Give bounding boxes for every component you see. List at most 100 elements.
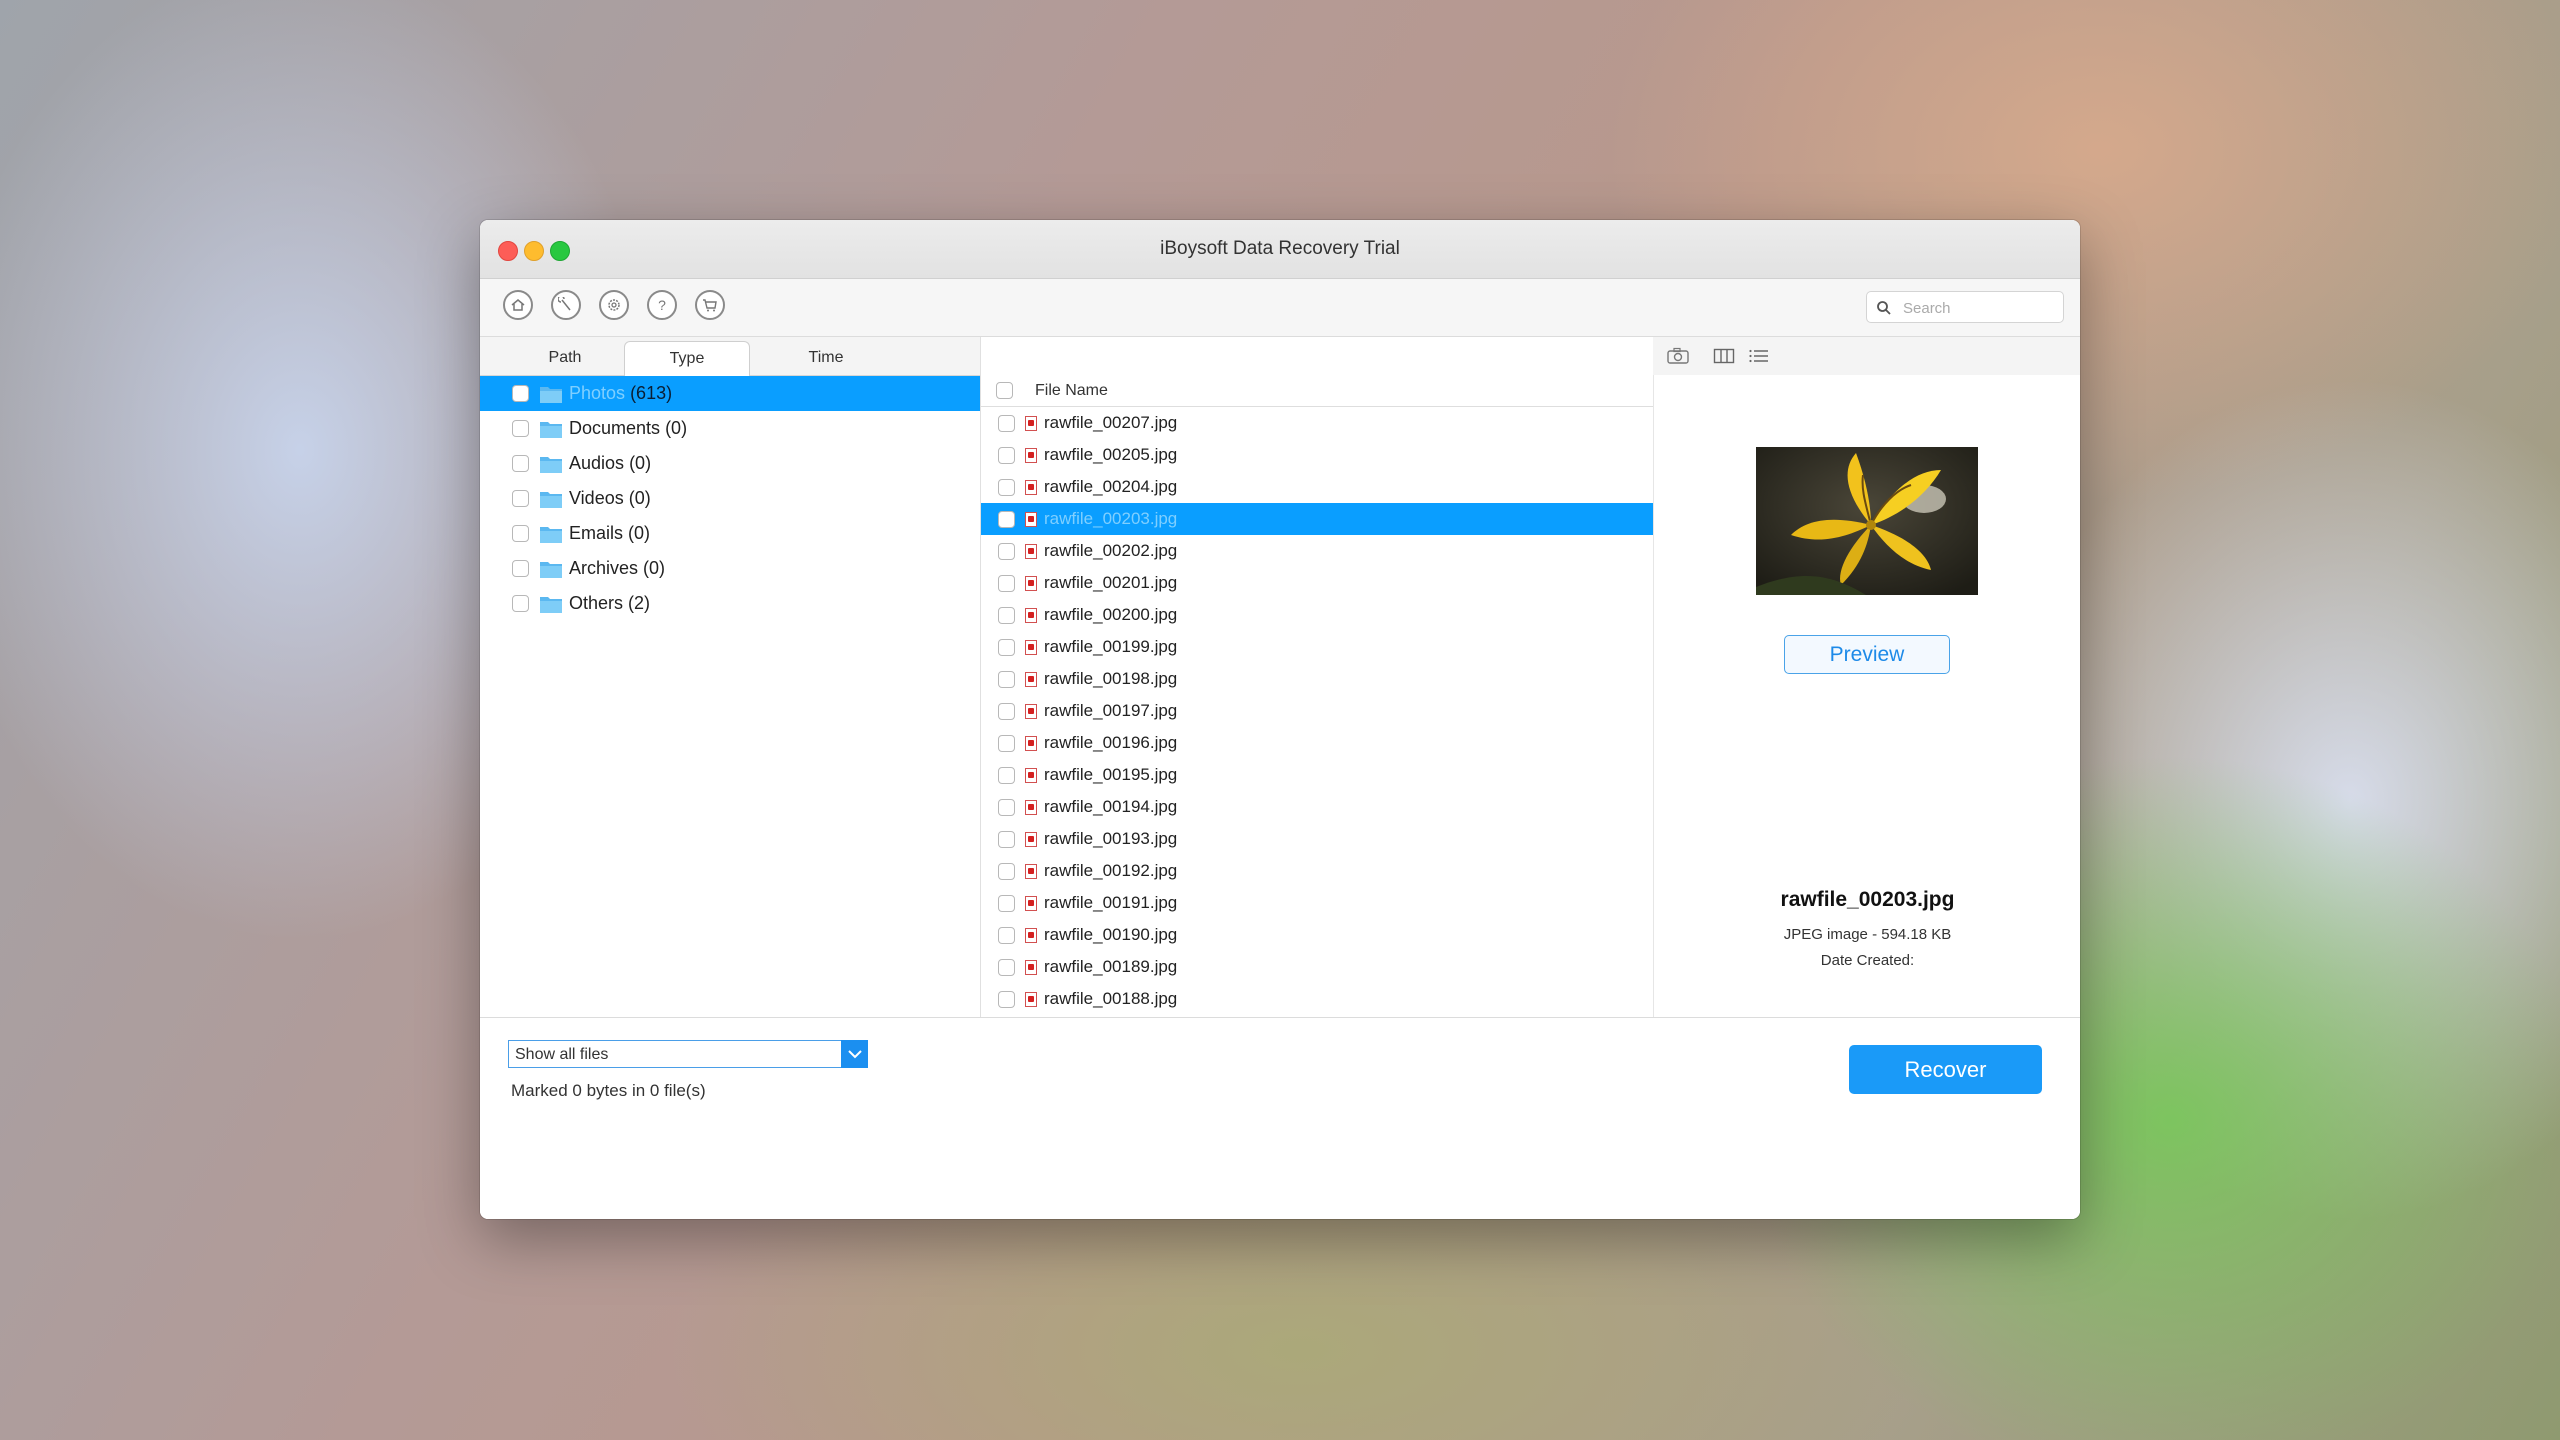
column-view-icon[interactable] (1710, 344, 1738, 368)
search-box[interactable] (1866, 291, 2064, 323)
file-row[interactable]: rawfile_00205.jpg (981, 439, 1653, 471)
file-row[interactable]: rawfile_00189.jpg (981, 951, 1653, 983)
file-checkbox[interactable] (998, 862, 1015, 880)
file-row[interactable]: rawfile_00194.jpg (981, 791, 1653, 823)
file-row[interactable]: rawfile_00203.jpg (981, 503, 1653, 535)
file-checkbox[interactable] (998, 574, 1015, 592)
file-checkbox[interactable] (998, 734, 1015, 752)
file-filter-select[interactable]: Show all files (508, 1040, 868, 1068)
file-row[interactable]: rawfile_00191.jpg (981, 887, 1653, 919)
jpg-file-icon (1025, 639, 1037, 655)
file-row[interactable]: rawfile_00207.jpg (981, 407, 1653, 439)
folder-icon (540, 596, 562, 613)
help-icon[interactable]: ? (647, 290, 677, 320)
category-checkbox[interactable] (512, 490, 529, 507)
file-row[interactable]: rawfile_00193.jpg (981, 823, 1653, 855)
search-input[interactable] (1901, 296, 2055, 320)
category-count: (613) (630, 383, 673, 403)
bottom-bar: Show all files Marked 0 bytes in 0 file(… (480, 1017, 2080, 1219)
file-checkbox[interactable] (998, 958, 1015, 976)
tab-path[interactable]: Path (502, 341, 628, 375)
select-all-checkbox[interactable] (996, 382, 1013, 399)
category-label: Others (569, 593, 624, 613)
file-name: rawfile_00199.jpg (1044, 637, 1178, 656)
file-row[interactable]: rawfile_00201.jpg (981, 567, 1653, 599)
jpg-file-icon (1025, 767, 1037, 783)
jpg-file-icon (1025, 831, 1037, 847)
category-checkbox[interactable] (512, 455, 529, 472)
category-checkbox[interactable] (512, 595, 529, 612)
file-row[interactable]: rawfile_00190.jpg (981, 919, 1653, 951)
file-row[interactable]: rawfile_00192.jpg (981, 855, 1653, 887)
file-row[interactable]: rawfile_00199.jpg (981, 631, 1653, 663)
category-archives[interactable]: Archives (0) (480, 551, 980, 586)
file-row[interactable]: rawfile_00200.jpg (981, 599, 1653, 631)
search-icon (1877, 301, 1891, 315)
file-checkbox[interactable] (998, 446, 1015, 464)
folder-icon (540, 561, 562, 578)
category-documents[interactable]: Documents (0) (480, 411, 980, 446)
wrench-icon[interactable] (551, 290, 581, 320)
preview-button[interactable]: Preview (1784, 635, 1950, 674)
file-row[interactable]: rawfile_00198.jpg (981, 663, 1653, 695)
category-label: Photos (569, 383, 626, 403)
file-checkbox[interactable] (998, 926, 1015, 944)
file-checkbox[interactable] (998, 830, 1015, 848)
jpg-file-icon (1025, 607, 1037, 623)
file-name-column[interactable]: File Name (1035, 382, 1108, 400)
file-checkbox[interactable] (998, 638, 1015, 656)
jpg-file-icon (1025, 447, 1037, 463)
file-checkbox[interactable] (998, 702, 1015, 720)
cart-icon[interactable] (695, 290, 725, 320)
recover-button[interactable]: Recover (1849, 1045, 2042, 1094)
category-others[interactable]: Others (2) (480, 586, 980, 621)
category-label: Archives (569, 558, 639, 578)
file-checkbox[interactable] (998, 510, 1015, 528)
jpg-file-icon (1025, 927, 1037, 943)
folder-icon (540, 456, 562, 473)
jpg-file-icon (1025, 895, 1037, 911)
gear-icon[interactable] (599, 290, 629, 320)
chevron-down-icon[interactable] (841, 1040, 868, 1068)
file-row[interactable]: rawfile_00196.jpg (981, 727, 1653, 759)
category-videos[interactable]: Videos (0) (480, 481, 980, 516)
file-checkbox[interactable] (998, 798, 1015, 816)
category-audios[interactable]: Audios (0) (480, 446, 980, 481)
category-count: (0) (628, 488, 651, 508)
category-emails[interactable]: Emails (0) (480, 516, 980, 551)
file-row[interactable]: rawfile_00202.jpg (981, 535, 1653, 567)
file-checkbox[interactable] (998, 478, 1015, 496)
file-checkbox[interactable] (998, 606, 1015, 624)
preview-file-name: rawfile_00203.jpg (1780, 888, 1955, 911)
file-checkbox[interactable] (998, 766, 1015, 784)
file-row[interactable]: rawfile_00188.jpg (981, 983, 1653, 1015)
file-name: rawfile_00190.jpg (1044, 925, 1178, 944)
camera-icon[interactable] (1664, 344, 1692, 368)
file-name: rawfile_00204.jpg (1044, 477, 1178, 496)
category-photos[interactable]: Photos (613) (480, 376, 980, 411)
file-row[interactable]: rawfile_00197.jpg (981, 695, 1653, 727)
file-row[interactable]: rawfile_00204.jpg (981, 471, 1653, 503)
app-window: iBoysoft Data Recovery Trial ? Path Type… (480, 220, 2080, 1219)
file-row[interactable]: rawfile_00195.jpg (981, 759, 1653, 791)
file-checkbox[interactable] (998, 990, 1015, 1008)
home-icon[interactable] (503, 290, 533, 320)
category-pane: Path Type Time Photos (613) Documents (0)… (480, 337, 981, 1017)
category-label: Documents (569, 418, 661, 438)
tab-time[interactable]: Time (763, 341, 889, 375)
category-checkbox[interactable] (512, 560, 529, 577)
file-checkbox[interactable] (998, 542, 1015, 560)
file-checkbox[interactable] (998, 894, 1015, 912)
category-checkbox[interactable] (512, 420, 529, 437)
file-filter-value: Show all files (515, 1046, 609, 1063)
tab-type[interactable]: Type (624, 341, 750, 376)
list-view-icon[interactable] (1745, 344, 1773, 368)
file-name: rawfile_00191.jpg (1044, 893, 1178, 912)
category-count: (0) (665, 418, 688, 438)
category-count: (2) (628, 593, 651, 613)
category-checkbox[interactable] (512, 385, 529, 402)
file-checkbox[interactable] (998, 670, 1015, 688)
file-name: rawfile_00207.jpg (1044, 413, 1178, 432)
file-checkbox[interactable] (998, 414, 1015, 432)
category-checkbox[interactable] (512, 525, 529, 542)
